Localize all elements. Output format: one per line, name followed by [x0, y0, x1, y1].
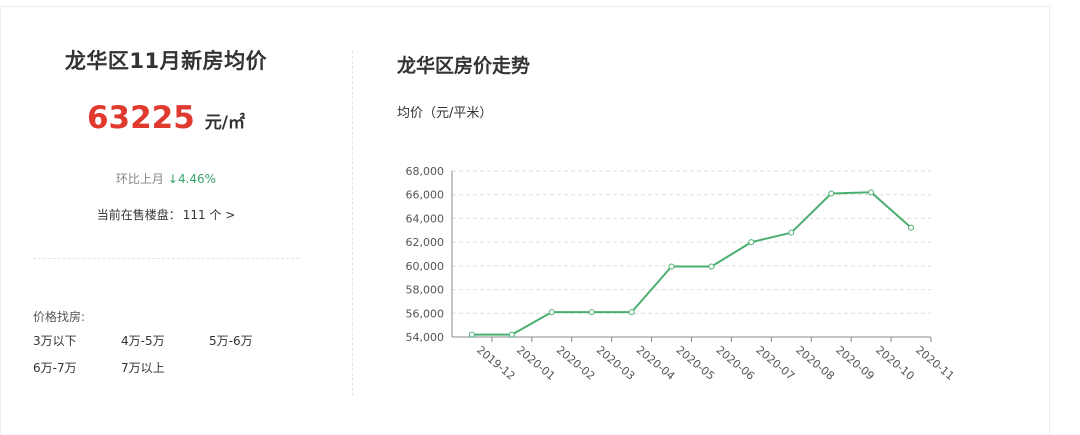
- change-label: 环比上月: [115, 172, 164, 186]
- y-tick-label: 64,000: [406, 212, 445, 225]
- data-point: [788, 229, 795, 236]
- x-tick-label: 2020-07: [753, 343, 797, 383]
- data-point: [548, 309, 555, 316]
- panel-divider: [352, 51, 353, 396]
- y-tick-label: 60,000: [406, 260, 445, 273]
- average-price-unit: 元/㎡: [204, 113, 246, 133]
- data-point: [748, 239, 755, 246]
- x-tick-label: 2019-12: [474, 343, 518, 383]
- y-tick-label: 66,000: [406, 189, 445, 202]
- x-tick-label: 2020-01: [514, 343, 558, 383]
- price-range-link[interactable]: 4万-5万: [121, 332, 165, 349]
- price-range-link[interactable]: 6万-7万: [33, 359, 77, 376]
- y-tick-label: 58,000: [406, 284, 445, 297]
- data-point: [908, 224, 915, 231]
- average-price-value: 63225: [86, 100, 195, 136]
- data-point: [708, 263, 715, 270]
- price-summary-panel: 龙华区11月新房均价 63225 元/㎡ 环比上月 ↓4.46% 当前在售楼盘： 11…: [1, 7, 353, 435]
- data-point: [868, 189, 875, 196]
- data-point: [468, 331, 475, 338]
- data-point: [628, 309, 635, 316]
- change-value: ↓4.46%: [167, 172, 217, 186]
- x-tick-label: 2020-06: [714, 343, 758, 383]
- y-tick-label: 56,000: [406, 307, 445, 320]
- price-range-link[interactable]: 5万-6万: [209, 332, 253, 349]
- x-tick-label: 2020-09: [833, 343, 877, 383]
- data-point: [588, 309, 595, 316]
- section-divider: [33, 258, 299, 259]
- price-filter-label: 价格找房:: [33, 310, 86, 324]
- x-tick-label: 2020-03: [594, 343, 638, 383]
- on-sale-label: 当前在售楼盘：: [96, 208, 181, 222]
- on-sale-count: 111 个 >: [182, 208, 236, 222]
- data-point: [828, 190, 835, 197]
- y-axis-unit-label: 均价（元/平米）: [397, 106, 493, 121]
- district-price-title: 龙华区11月新房均价: [64, 49, 268, 73]
- y-tick-label: 54,000: [406, 331, 445, 344]
- x-tick-label: 2020-02: [554, 343, 598, 383]
- x-tick-label: 2020-11: [913, 343, 957, 383]
- price-range-link[interactable]: 3万以下: [33, 332, 77, 349]
- month-over-month-change: 环比上月 ↓4.46%: [1, 170, 331, 187]
- on-sale-projects-link[interactable]: 当前在售楼盘： 111 个 >: [1, 206, 331, 223]
- x-tick-label: 2020-10: [873, 343, 917, 383]
- data-point: [508, 331, 515, 338]
- data-point: [668, 263, 675, 270]
- y-tick-label: 68,000: [406, 165, 445, 178]
- x-tick-label: 2020-04: [634, 343, 678, 383]
- x-tick-label: 2020-05: [674, 343, 718, 383]
- average-price: 63225 元/㎡: [1, 100, 331, 136]
- house-price-card: 龙华区11月新房均价 63225 元/㎡ 环比上月 ↓4.46% 当前在售楼盘： 11…: [0, 6, 1050, 435]
- y-tick-label: 62,000: [406, 236, 445, 249]
- price-trend-title: 龙华区房价走势: [397, 55, 531, 77]
- price-trend-chart: 54,000 56,000 58,000 60,000 62,000 64,000 66,0…: [406, 165, 957, 383]
- x-tick-label: 2020-08: [793, 343, 837, 383]
- price-range-link[interactable]: 7万以上: [121, 359, 165, 376]
